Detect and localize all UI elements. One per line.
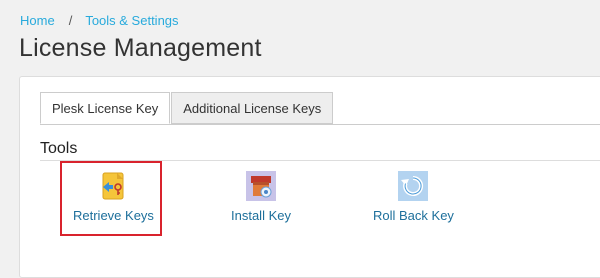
breadcrumb-separator: / bbox=[68, 13, 73, 28]
section-title-tools: Tools bbox=[40, 140, 78, 157]
install-key-label: Install Key bbox=[231, 208, 291, 223]
roll-back-key-icon bbox=[398, 171, 429, 201]
install-key-icon bbox=[245, 171, 276, 201]
page-title: License Management bbox=[19, 34, 262, 62]
tab-bar: Plesk License Key Additional License Key… bbox=[40, 92, 334, 124]
breadcrumb-home-link[interactable]: Home bbox=[20, 13, 55, 28]
tab-divider bbox=[40, 124, 600, 125]
roll-back-key-button[interactable]: Roll Back Key bbox=[373, 170, 454, 223]
roll-back-key-label: Roll Back Key bbox=[373, 208, 454, 223]
install-key-button[interactable]: Install Key bbox=[231, 170, 291, 223]
breadcrumb: Home / Tools & Settings bbox=[20, 13, 179, 28]
tab-plesk-license-key[interactable]: Plesk License Key bbox=[40, 92, 171, 124]
highlight-box bbox=[60, 161, 162, 236]
breadcrumb-tools-settings-link[interactable]: Tools & Settings bbox=[85, 13, 178, 28]
tab-additional-license-keys[interactable]: Additional License Keys bbox=[171, 92, 334, 124]
